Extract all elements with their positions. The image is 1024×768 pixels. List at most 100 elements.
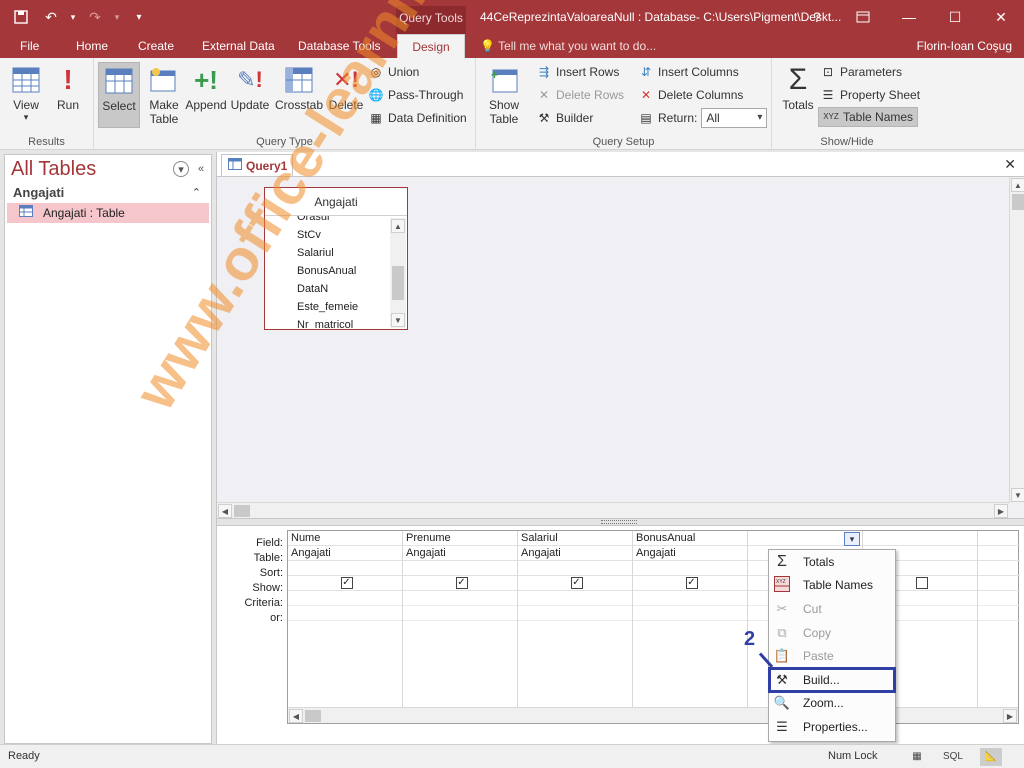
run-button[interactable]: ! Run	[46, 62, 90, 128]
builder-button[interactable]: ⚒ Builder	[536, 108, 594, 128]
field-item[interactable]: Salariul	[265, 244, 391, 262]
grid-column-3[interactable]: Salariul Angajati ✓	[518, 531, 633, 709]
grid-hscrollbar[interactable]: ◀ ▶	[288, 707, 1018, 723]
tab-query1[interactable]: Query1	[221, 154, 293, 176]
tab-database-tools[interactable]: Database Tools	[292, 34, 387, 58]
grid-or-cell[interactable]	[288, 606, 402, 621]
scroll-left-icon[interactable]: ◀	[218, 504, 232, 518]
design-view-icon[interactable]: 📐	[980, 748, 1002, 766]
show-checkbox[interactable]	[915, 577, 928, 589]
scroll-right-icon[interactable]: ▶	[1003, 709, 1017, 723]
grid-sort-cell[interactable]	[978, 561, 1020, 576]
union-button[interactable]: ◎ Union	[368, 62, 420, 82]
customize-qat-icon[interactable]: ▾	[126, 6, 152, 28]
field-item[interactable]: DataN	[265, 280, 391, 298]
tab-home[interactable]: Home	[70, 34, 114, 58]
grid-table-cell[interactable]: Angajati	[288, 546, 402, 561]
property-sheet-button[interactable]: ☰ Property Sheet	[820, 85, 920, 105]
grid-field-cell[interactable]: Salariul	[518, 531, 632, 546]
show-checkbox[interactable]: ✓	[570, 577, 583, 589]
grid-criteria-cell[interactable]	[288, 591, 402, 606]
ribbon-display-icon[interactable]	[840, 0, 886, 34]
delete-columns-button[interactable]: ✕ Delete Columns	[638, 85, 743, 105]
grid-criteria-cell[interactable]	[518, 591, 632, 606]
tab-design[interactable]: Design	[397, 34, 465, 58]
menu-item-build[interactable]: ⚒ Build...	[768, 666, 896, 693]
minimize-icon[interactable]: —	[886, 0, 932, 34]
append-button[interactable]: +! Append	[184, 62, 228, 128]
collapse-group-icon[interactable]: ⌃	[192, 183, 201, 203]
table-pane[interactable]: Angajati Orasul StCv Salariul BonusAnual…	[217, 176, 1024, 518]
scroll-left-icon[interactable]: ◀	[289, 709, 303, 723]
sql-view-button[interactable]: SQL	[942, 748, 964, 766]
table-names-button[interactable]: XYZ Table Names	[818, 107, 919, 127]
grid-column-2[interactable]: Prenume Angajati ✓	[403, 531, 518, 709]
scroll-down-icon[interactable]: ▼	[391, 313, 405, 327]
insert-columns-button[interactable]: ⇵ Insert Columns	[638, 62, 739, 82]
menu-item-properties[interactable]: ☰ Properties...	[769, 715, 895, 739]
grid-column-1[interactable]: Nume Angajati ✓	[288, 531, 403, 709]
user-name[interactable]: Florin-Ioan Coşug	[917, 34, 1012, 58]
nav-group-header[interactable]: Angajati ⌃	[5, 183, 211, 203]
redo-dropdown-icon[interactable]: ▾	[112, 6, 122, 28]
delete-rows-button[interactable]: ✕ Delete Rows	[536, 85, 624, 105]
datasheet-view-icon[interactable]: ▦	[906, 748, 928, 766]
menu-item-table-names[interactable]: XYZ Table Names	[769, 574, 895, 598]
pane-splitter[interactable]	[217, 518, 1024, 526]
field-list-title[interactable]: Angajati	[265, 188, 407, 216]
insert-rows-button[interactable]: ⇶ Insert Rows	[536, 62, 619, 82]
save-icon[interactable]	[8, 6, 34, 28]
return-select[interactable]: All	[701, 108, 768, 128]
show-table-button[interactable]: + Show Table	[480, 62, 528, 128]
close-query-icon[interactable]: ✕	[1004, 156, 1016, 173]
undo-icon[interactable]: ↶	[38, 6, 64, 28]
field-item[interactable]: StCv	[265, 226, 391, 244]
make-table-button[interactable]: Make Table	[142, 62, 186, 128]
grid-field-cell[interactable]	[863, 531, 977, 546]
view-button[interactable]: View ▾	[4, 62, 48, 128]
menu-item-zoom[interactable]: 🔍 Zoom...	[769, 692, 895, 716]
grid-field-cell[interactable]: BonusAnual	[633, 531, 747, 546]
undo-dropdown-icon[interactable]: ▾	[68, 6, 78, 28]
grid-sort-cell[interactable]	[288, 561, 402, 576]
pass-through-button[interactable]: 🌐 Pass-Through	[368, 85, 464, 105]
field-item[interactable]: BonusAnual	[265, 262, 391, 280]
field-item[interactable]: Este_femeie	[265, 298, 391, 316]
scroll-thumb[interactable]	[1012, 194, 1024, 210]
grid-criteria-cell[interactable]	[633, 591, 747, 606]
grid-field-cell[interactable]: Prenume	[403, 531, 517, 546]
data-definition-button[interactable]: ▦ Data Definition	[368, 108, 466, 128]
menu-item-paste[interactable]: 📋 Paste	[769, 644, 895, 668]
show-checkbox[interactable]: ✓	[340, 577, 353, 589]
grid-or-cell[interactable]	[978, 606, 1020, 621]
nav-title[interactable]: All Tables	[11, 158, 96, 181]
grid-field-cell[interactable]	[978, 531, 1020, 546]
scroll-thumb[interactable]	[305, 710, 321, 722]
tab-file[interactable]: File	[14, 34, 45, 58]
menu-item-copy[interactable]: ⧉ Copy	[769, 621, 895, 645]
grid-column-7[interactable]	[978, 531, 1020, 709]
crosstab-button[interactable]: Crosstab	[274, 62, 324, 128]
tell-me-box[interactable]: 💡 Tell me what you want to do...	[480, 34, 656, 58]
field-dropdown-chevron-icon[interactable]: ▾	[844, 532, 860, 546]
scroll-up-icon[interactable]: ▲	[391, 219, 405, 233]
menu-item-cut[interactable]: ✂ Cut	[769, 597, 895, 621]
table-pane-vscrollbar[interactable]: ▲ ▼	[1009, 177, 1024, 503]
grid-table-cell[interactable]	[978, 546, 1020, 561]
grid-or-cell[interactable]	[403, 606, 517, 621]
grid-criteria-cell[interactable]	[978, 591, 1020, 606]
grid-sort-cell[interactable]	[633, 561, 747, 576]
help-button[interactable]: ?	[794, 0, 840, 34]
table-field-list[interactable]: Angajati Orasul StCv Salariul BonusAnual…	[264, 187, 408, 330]
redo-icon[interactable]: ↷	[82, 6, 108, 28]
scroll-thumb[interactable]	[234, 505, 250, 517]
grid-table-cell[interactable]: Angajati	[518, 546, 632, 561]
delete-query-button[interactable]: ✕! Delete	[324, 62, 368, 128]
maximize-icon[interactable]: ☐	[932, 0, 978, 34]
tab-create[interactable]: Create	[132, 34, 180, 58]
tab-external-data[interactable]: External Data	[196, 34, 281, 58]
show-checkbox[interactable]: ✓	[685, 577, 698, 589]
show-checkbox[interactable]: ✓	[455, 577, 468, 589]
grid-table-cell[interactable]: Angajati	[633, 546, 747, 561]
close-icon[interactable]: ✕	[978, 0, 1024, 34]
